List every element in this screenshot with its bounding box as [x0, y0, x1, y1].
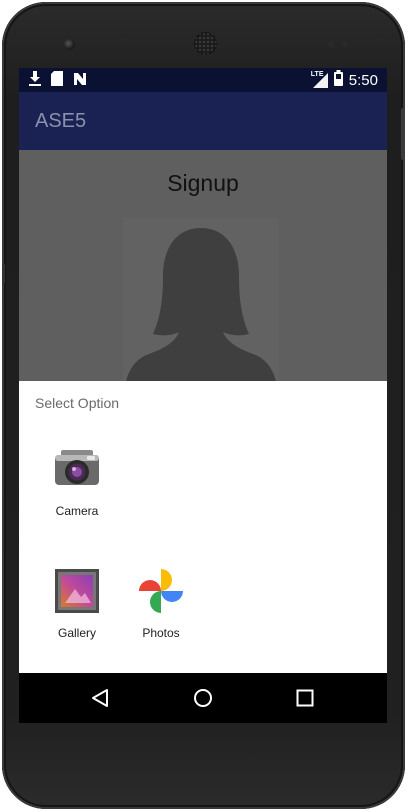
- status-bar: LTE 5:50: [19, 68, 387, 92]
- navigation-bar: [19, 673, 387, 723]
- app-title: ASE5: [35, 110, 87, 132]
- nfc-icon: [73, 71, 87, 90]
- device-screen: LTE 5:50 ASE5 Signup Select Option Camer…: [19, 68, 387, 723]
- gallery-icon: [53, 567, 101, 615]
- back-icon[interactable]: [85, 683, 115, 713]
- option-gallery[interactable]: Gallery: [37, 567, 117, 640]
- page-title[interactable]: Signup: [19, 170, 387, 197]
- earpiece-speaker: [194, 32, 217, 55]
- signal-icon: LTE: [311, 71, 328, 88]
- profile-photo-placeholder[interactable]: [123, 218, 279, 381]
- photos-icon: [137, 567, 185, 615]
- light-sensor: [342, 41, 348, 47]
- clock: 5:50: [348, 71, 378, 89]
- recents-icon[interactable]: [290, 683, 320, 713]
- option-camera[interactable]: Camera: [37, 445, 117, 518]
- sd-card-icon: [51, 71, 63, 90]
- app-bar: ASE5: [19, 92, 387, 150]
- option-photos[interactable]: Photos: [121, 567, 201, 640]
- volume-button: [2, 264, 5, 284]
- option-label: Gallery: [57, 626, 96, 640]
- battery-icon: [333, 70, 343, 90]
- signup-screen: Signup: [19, 150, 387, 381]
- front-camera: [64, 39, 75, 50]
- option-label: Camera: [55, 504, 99, 518]
- camera-icon: [53, 445, 101, 493]
- select-option-sheet: Select Option Camera Gallery Photos: [19, 381, 387, 673]
- proximity-sensor: [328, 41, 334, 47]
- home-icon[interactable]: [188, 683, 218, 713]
- power-button: [401, 108, 405, 160]
- download-icon: [29, 71, 41, 90]
- option-label: Photos: [142, 626, 180, 640]
- avatar-silhouette-icon: [126, 228, 276, 381]
- sheet-title: Select Option: [35, 395, 120, 411]
